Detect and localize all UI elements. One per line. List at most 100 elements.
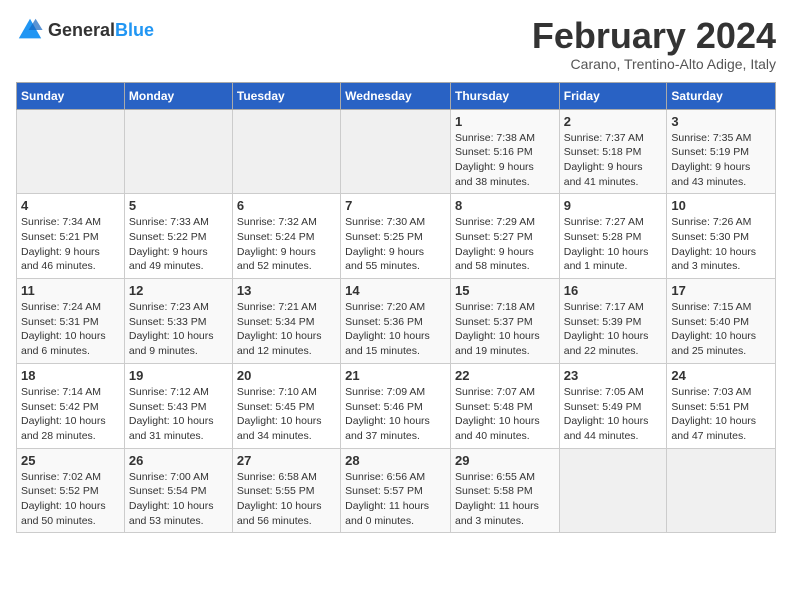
day-info: Sunrise: 7:12 AM Sunset: 5:43 PM Dayligh… — [129, 385, 228, 444]
header-cell-wednesday: Wednesday — [341, 82, 451, 109]
calendar-cell: 26Sunrise: 7:00 AM Sunset: 5:54 PM Dayli… — [124, 448, 232, 533]
day-info: Sunrise: 6:58 AM Sunset: 5:55 PM Dayligh… — [237, 470, 336, 529]
calendar-week-1: 1Sunrise: 7:38 AM Sunset: 5:16 PM Daylig… — [17, 109, 776, 194]
day-number: 29 — [455, 453, 555, 468]
calendar-cell: 8 Sunrise: 7:29 AM Sunset: 5:27 PM Daylig… — [450, 194, 559, 279]
day-info: Sunrise: 7:09 AM Sunset: 5:46 PM Dayligh… — [345, 385, 446, 444]
calendar-cell — [341, 109, 451, 194]
day-number: 24 — [671, 368, 771, 383]
day-info: Sunrise: 7:15 AM Sunset: 5:40 PM Dayligh… — [671, 300, 771, 359]
calendar-week-3: 11 Sunrise: 7:24 AM Sunset: 5:31 PM Dayli… — [17, 279, 776, 364]
calendar-cell: 13 Sunrise: 7:21 AM Sunset: 5:34 PM Dayli… — [232, 279, 340, 364]
day-info: Sunrise: 7:37 AM Sunset: 5:18 PM Dayligh… — [564, 131, 663, 190]
day-number: 3 — [671, 114, 771, 129]
calendar-cell: 1Sunrise: 7:38 AM Sunset: 5:16 PM Daylig… — [450, 109, 559, 194]
calendar-cell: 9 Sunrise: 7:27 AM Sunset: 5:28 PM Daylig… — [559, 194, 667, 279]
day-info: Sunrise: 7:27 AM Sunset: 5:28 PM Dayligh… — [564, 215, 663, 274]
calendar-cell — [124, 109, 232, 194]
calendar-cell — [559, 448, 667, 533]
calendar-cell — [17, 109, 125, 194]
day-number: 5 — [129, 198, 228, 213]
day-info: Sunrise: 7:29 AM Sunset: 5:27 PM Dayligh… — [455, 215, 555, 274]
calendar-cell: 14 Sunrise: 7:20 AM Sunset: 5:36 PM Dayli… — [341, 279, 451, 364]
calendar-cell: 23 Sunrise: 7:05 AM Sunset: 5:49 PM Dayli… — [559, 363, 667, 448]
day-info: Sunrise: 7:03 AM Sunset: 5:51 PM Dayligh… — [671, 385, 771, 444]
logo-icon — [16, 16, 44, 44]
day-number: 13 — [237, 283, 336, 298]
calendar-cell: 25Sunrise: 7:02 AM Sunset: 5:52 PM Dayli… — [17, 448, 125, 533]
day-number: 9 — [564, 198, 663, 213]
calendar-week-2: 4 Sunrise: 7:34 AM Sunset: 5:21 PM Daylig… — [17, 194, 776, 279]
day-info: Sunrise: 7:18 AM Sunset: 5:37 PM Dayligh… — [455, 300, 555, 359]
header-cell-saturday: Saturday — [667, 82, 776, 109]
day-info: Sunrise: 7:23 AM Sunset: 5:33 PM Dayligh… — [129, 300, 228, 359]
calendar-cell: 28 Sunrise: 6:56 AM Sunset: 5:57 PM Dayli… — [341, 448, 451, 533]
calendar-cell — [667, 448, 776, 533]
page-header: GeneralBlue February 2024 Carano, Trenti… — [16, 16, 776, 72]
calendar-cell: 3 Sunrise: 7:35 AM Sunset: 5:19 PM Daylig… — [667, 109, 776, 194]
calendar-cell: 11 Sunrise: 7:24 AM Sunset: 5:31 PM Dayli… — [17, 279, 125, 364]
day-number: 21 — [345, 368, 446, 383]
location: Carano, Trentino-Alto Adige, Italy — [532, 56, 776, 72]
day-info: Sunrise: 7:17 AM Sunset: 5:39 PM Dayligh… — [564, 300, 663, 359]
title-block: February 2024 Carano, Trentino-Alto Adig… — [532, 16, 776, 72]
day-info: Sunrise: 7:21 AM Sunset: 5:34 PM Dayligh… — [237, 300, 336, 359]
day-info: Sunrise: 7:33 AM Sunset: 5:22 PM Dayligh… — [129, 215, 228, 274]
calendar-cell: 6Sunrise: 7:32 AM Sunset: 5:24 PM Daylig… — [232, 194, 340, 279]
day-info: Sunrise: 7:05 AM Sunset: 5:49 PM Dayligh… — [564, 385, 663, 444]
day-info: Sunrise: 6:56 AM Sunset: 5:57 PM Dayligh… — [345, 470, 446, 529]
day-number: 25 — [21, 453, 120, 468]
day-info: Sunrise: 7:24 AM Sunset: 5:31 PM Dayligh… — [21, 300, 120, 359]
calendar-header: SundayMondayTuesdayWednesdayThursdayFrid… — [17, 82, 776, 109]
calendar-cell — [232, 109, 340, 194]
day-info: Sunrise: 7:30 AM Sunset: 5:25 PM Dayligh… — [345, 215, 446, 274]
day-info: Sunrise: 7:20 AM Sunset: 5:36 PM Dayligh… — [345, 300, 446, 359]
calendar-cell: 12 Sunrise: 7:23 AM Sunset: 5:33 PM Dayli… — [124, 279, 232, 364]
calendar-cell: 17 Sunrise: 7:15 AM Sunset: 5:40 PM Dayli… — [667, 279, 776, 364]
month-year: February 2024 — [532, 16, 776, 56]
day-info: Sunrise: 7:14 AM Sunset: 5:42 PM Dayligh… — [21, 385, 120, 444]
day-number: 23 — [564, 368, 663, 383]
day-info: Sunrise: 7:10 AM Sunset: 5:45 PM Dayligh… — [237, 385, 336, 444]
header-cell-friday: Friday — [559, 82, 667, 109]
calendar-cell: 7Sunrise: 7:30 AM Sunset: 5:25 PM Daylig… — [341, 194, 451, 279]
calendar-cell: 2 Sunrise: 7:37 AM Sunset: 5:18 PM Daylig… — [559, 109, 667, 194]
calendar-cell: 15Sunrise: 7:18 AM Sunset: 5:37 PM Dayli… — [450, 279, 559, 364]
calendar-table: SundayMondayTuesdayWednesdayThursdayFrid… — [16, 82, 776, 534]
calendar-week-5: 25Sunrise: 7:02 AM Sunset: 5:52 PM Dayli… — [17, 448, 776, 533]
header-cell-tuesday: Tuesday — [232, 82, 340, 109]
calendar-cell: 27 Sunrise: 6:58 AM Sunset: 5:55 PM Dayli… — [232, 448, 340, 533]
day-info: Sunrise: 7:26 AM Sunset: 5:30 PM Dayligh… — [671, 215, 771, 274]
day-number: 16 — [564, 283, 663, 298]
day-info: Sunrise: 7:32 AM Sunset: 5:24 PM Dayligh… — [237, 215, 336, 274]
day-info: Sunrise: 7:34 AM Sunset: 5:21 PM Dayligh… — [21, 215, 120, 274]
calendar-cell: 21 Sunrise: 7:09 AM Sunset: 5:46 PM Dayli… — [341, 363, 451, 448]
header-cell-thursday: Thursday — [450, 82, 559, 109]
calendar-cell: 4 Sunrise: 7:34 AM Sunset: 5:21 PM Daylig… — [17, 194, 125, 279]
day-number: 26 — [129, 453, 228, 468]
day-number: 18 — [21, 368, 120, 383]
day-number: 12 — [129, 283, 228, 298]
calendar-cell: 19Sunrise: 7:12 AM Sunset: 5:43 PM Dayli… — [124, 363, 232, 448]
day-number: 11 — [21, 283, 120, 298]
calendar-cell: 22Sunrise: 7:07 AM Sunset: 5:48 PM Dayli… — [450, 363, 559, 448]
calendar-body: 1Sunrise: 7:38 AM Sunset: 5:16 PM Daylig… — [17, 109, 776, 533]
day-number: 4 — [21, 198, 120, 213]
day-info: Sunrise: 7:35 AM Sunset: 5:19 PM Dayligh… — [671, 131, 771, 190]
day-number: 17 — [671, 283, 771, 298]
day-info: Sunrise: 7:07 AM Sunset: 5:48 PM Dayligh… — [455, 385, 555, 444]
day-number: 20 — [237, 368, 336, 383]
calendar-cell: 5 Sunrise: 7:33 AM Sunset: 5:22 PM Daylig… — [124, 194, 232, 279]
header-row: SundayMondayTuesdayWednesdayThursdayFrid… — [17, 82, 776, 109]
day-number: 1 — [455, 114, 555, 129]
day-number: 27 — [237, 453, 336, 468]
day-number: 14 — [345, 283, 446, 298]
day-number: 8 — [455, 198, 555, 213]
day-number: 2 — [564, 114, 663, 129]
calendar-cell: 16 Sunrise: 7:17 AM Sunset: 5:39 PM Dayli… — [559, 279, 667, 364]
calendar-cell: 10 Sunrise: 7:26 AM Sunset: 5:30 PM Dayli… — [667, 194, 776, 279]
logo[interactable]: GeneralBlue — [16, 16, 154, 44]
day-number: 10 — [671, 198, 771, 213]
day-number: 28 — [345, 453, 446, 468]
day-info: Sunrise: 6:55 AM Sunset: 5:58 PM Dayligh… — [455, 470, 555, 529]
